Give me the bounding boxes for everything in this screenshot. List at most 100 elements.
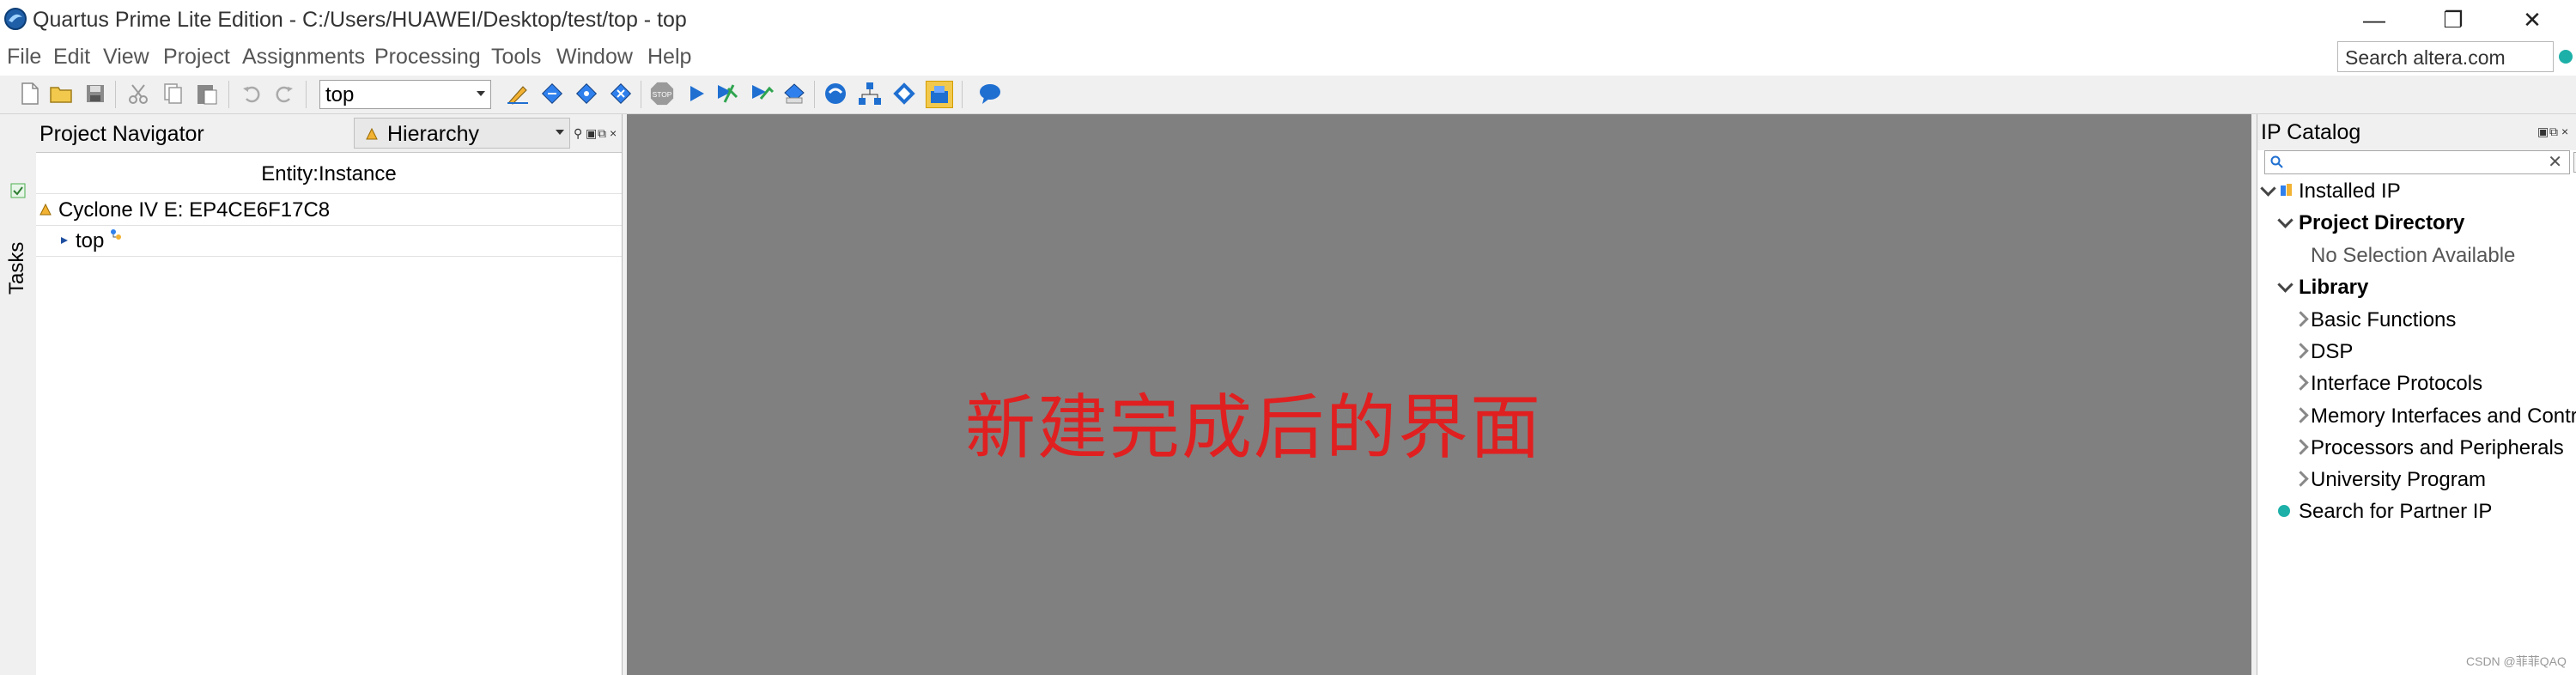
chevron-right-icon[interactable] (2293, 374, 2309, 391)
stop-icon[interactable]: STOP (649, 81, 675, 106)
no-selection-label: No Selection Available (2311, 244, 2516, 267)
close-panel-icon[interactable]: × (2561, 125, 2568, 138)
chevron-right-icon[interactable] (2293, 311, 2309, 327)
entity-select[interactable]: top (319, 80, 491, 109)
chevron-down-icon[interactable] (2277, 277, 2293, 293)
chevron-right-icon[interactable] (2293, 407, 2309, 423)
window-title: Quartus Prime Lite Edition - C:/Users/HU… (33, 8, 687, 32)
toolbar-separator (962, 81, 963, 108)
device-name: Cyclone IV E: EP4CE6F17C8 (58, 198, 331, 222)
title-bar: Quartus Prime Lite Edition - C:/Users/HU… (0, 0, 2576, 40)
help-bubble-icon[interactable] (977, 81, 1003, 106)
main-workspace[interactable]: 新建完成后的界面 (627, 114, 2251, 675)
start-compilation-icon[interactable] (683, 81, 709, 106)
menu-processing[interactable]: Processing (374, 45, 481, 70)
top-entity-name: top (76, 229, 105, 252)
library-label: Library (2299, 276, 2369, 299)
entity-select-value: top (325, 83, 355, 106)
assembler-icon[interactable] (714, 81, 740, 106)
tree-row-device[interactable]: Cyclone IV E: EP4CE6F17C8 (36, 193, 622, 226)
svg-text:STOP: STOP (653, 90, 672, 99)
toolbar-separator (115, 81, 116, 108)
chevron-down-icon (477, 91, 485, 96)
menu-tools[interactable]: Tools (491, 45, 541, 70)
menu-help[interactable]: Help (647, 45, 691, 70)
pin-planner-icon[interactable] (823, 81, 848, 106)
quartus-logo-icon (4, 8, 27, 30)
altera-search-input[interactable]: Search altera.com (2337, 41, 2554, 72)
device-chip-icon (39, 204, 52, 216)
search-icon[interactable]: ⚲ (574, 126, 582, 141)
redo-icon[interactable] (271, 81, 297, 106)
partner-globe-icon (2278, 505, 2290, 517)
close-panel-icon[interactable]: × (610, 126, 617, 140)
navigator-view-select[interactable]: Hierarchy (354, 118, 570, 149)
annotation-text: 新建完成后的界面 (965, 387, 1543, 469)
save-icon[interactable] (82, 81, 108, 106)
chevron-right-icon[interactable] (2293, 439, 2309, 455)
tasks-check-icon (10, 183, 26, 198)
assignment-pencil-icon[interactable] (505, 81, 531, 106)
programmer-icon[interactable] (926, 81, 953, 108)
restore-button[interactable]: ❐ (2415, 0, 2492, 40)
navigator-view-value: Hierarchy (387, 122, 479, 146)
toolbar-separator (306, 81, 307, 108)
float-panel-icon[interactable]: ▣ (2537, 125, 2549, 139)
chevron-right-icon[interactable] (2293, 343, 2309, 359)
library-item-label: Processors and Peripherals (2311, 436, 2564, 459)
column-header-entity-instance[interactable]: Entity:Instance (36, 162, 622, 186)
menu-assignments[interactable]: Assignments (242, 45, 365, 70)
open-folder-icon[interactable] (48, 81, 74, 106)
menu-edit[interactable]: Edit (53, 45, 90, 70)
chevron-down-icon[interactable] (2260, 180, 2276, 197)
netlist-viewer-icon[interactable] (857, 81, 883, 106)
chevron-down-icon (556, 130, 564, 135)
menu-project[interactable]: Project (163, 45, 230, 70)
library-item-label: Interface Protocols (2311, 372, 2483, 395)
dock-panel-icon[interactable]: ⧉ (598, 126, 606, 141)
menu-view[interactable]: View (103, 45, 149, 70)
undo-icon[interactable] (239, 81, 264, 106)
copy-icon[interactable] (160, 81, 185, 106)
cut-icon[interactable] (125, 81, 151, 106)
eda-netlist-icon[interactable] (781, 81, 807, 106)
library-item-label: Memory Interfaces and Controllers (2311, 404, 2576, 428)
new-file-icon[interactable] (17, 81, 43, 106)
search-icon (2270, 155, 2283, 168)
menu-file[interactable]: File (7, 45, 41, 70)
search-go-icon[interactable] (2559, 50, 2573, 64)
float-panel-icon[interactable]: ▣ (586, 126, 597, 141)
tasks-tab-label[interactable]: Tasks (5, 242, 29, 295)
tasks-strip[interactable]: Tasks (0, 114, 37, 675)
toolbar-separator (814, 81, 815, 108)
close-icon: ✕ (2523, 6, 2542, 33)
installed-ip-label: Installed IP (2299, 179, 2401, 203)
library-item-label: Basic Functions (2311, 308, 2457, 331)
minimize-button[interactable]: — (2336, 0, 2413, 40)
chevron-down-icon[interactable] (2277, 212, 2293, 228)
watermark: CSDN @菲菲QAQ (2466, 654, 2567, 668)
menu-window[interactable]: Window (556, 45, 633, 70)
paste-icon[interactable] (194, 81, 220, 106)
ip-search-input[interactable]: ✕ (2264, 150, 2570, 174)
menu-bar: File Edit View Project Assignments Proce… (0, 40, 2576, 76)
restore-icon: ❐ (2443, 6, 2464, 33)
project-navigator-header: Project Navigator Hierarchy ⚲ ▣ ⧉ × (36, 114, 622, 153)
synthesis-icon[interactable] (574, 81, 599, 106)
library-item-label: University Program (2311, 468, 2487, 491)
chip-planner-icon[interactable] (891, 81, 917, 106)
clear-search-icon[interactable]: ✕ (2548, 151, 2562, 173)
chevron-right-icon[interactable] (2293, 471, 2309, 487)
minimize-icon: — (2363, 6, 2385, 33)
close-button[interactable]: ✕ (2494, 0, 2571, 40)
expand-arrow-icon[interactable] (60, 236, 69, 245)
tree-row-top-entity[interactable]: top (36, 225, 622, 257)
timing-analyzer-icon[interactable] (749, 81, 775, 106)
ip-library-icon (2281, 184, 2292, 196)
library-item-label: DSP (2311, 340, 2354, 363)
dock-panel-icon[interactable]: ⧉ (2549, 125, 2558, 139)
analysis-icon[interactable] (539, 81, 565, 106)
ip-catalog-header: IP Catalog ▣ ⧉ × (2257, 114, 2576, 150)
fitter-icon[interactable] (608, 81, 634, 106)
toolbar-separator (228, 81, 229, 108)
